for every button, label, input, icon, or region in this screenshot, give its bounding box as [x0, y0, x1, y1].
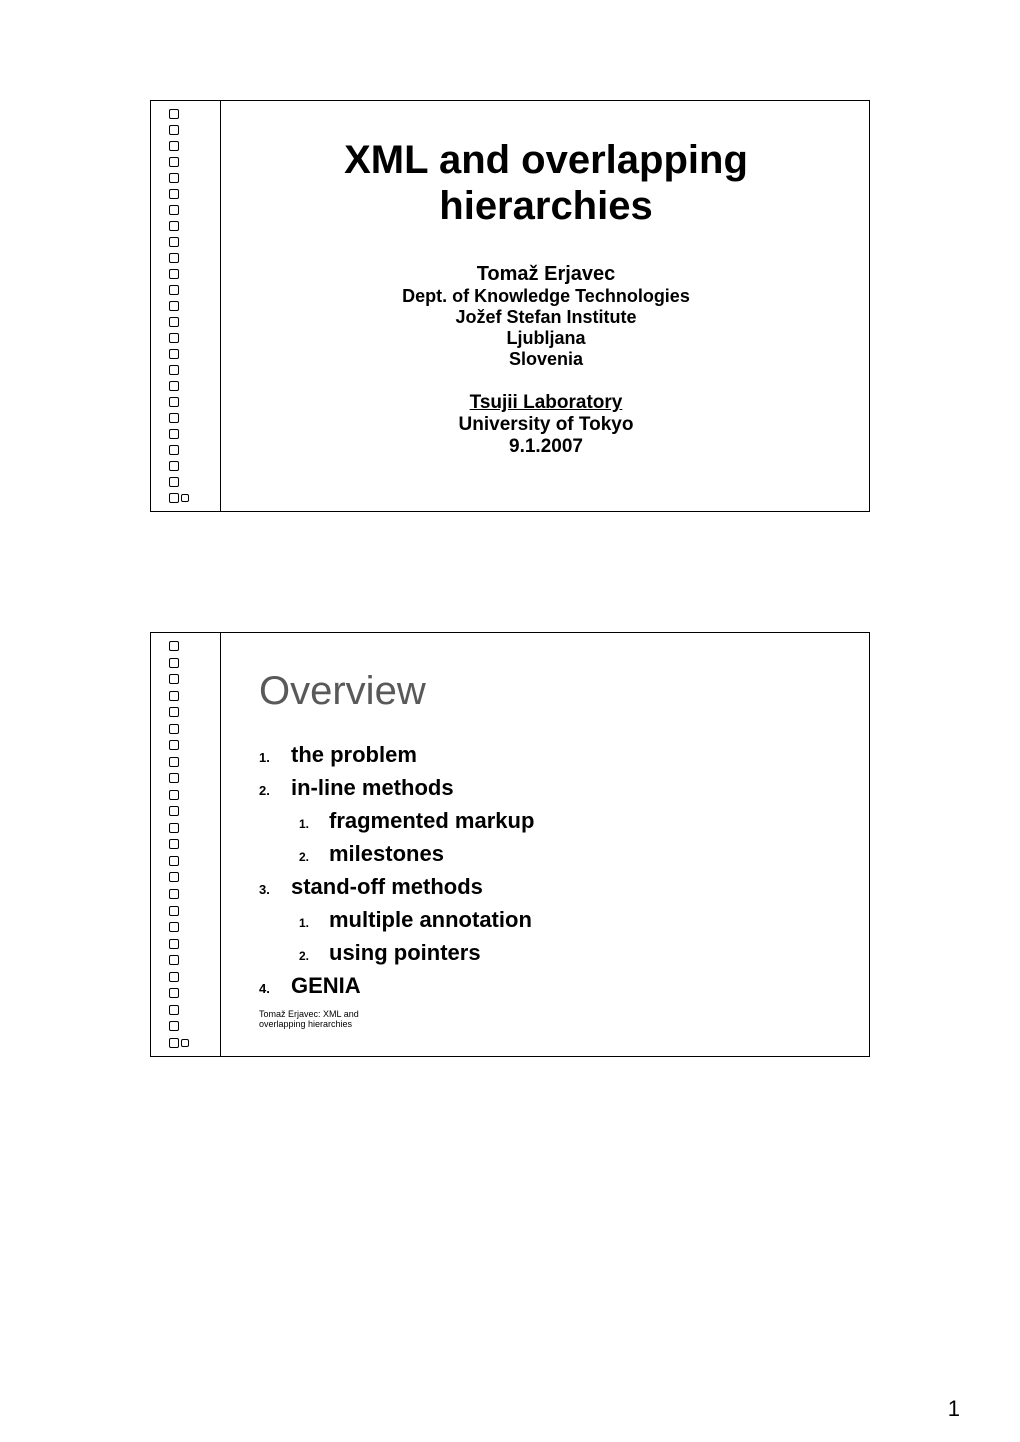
title-line-1: XML and overlapping [344, 138, 748, 182]
list-item: 3. stand-off methods [259, 874, 841, 901]
list-item-text: GENIA [291, 973, 361, 999]
lab-name: Tsujii Laboratory [251, 392, 841, 414]
slide-2-title: Overview [259, 669, 841, 714]
footer-line-2: overlapping hierarchies [259, 1019, 352, 1029]
page-number: 1 [948, 1396, 960, 1422]
footer-line-1: Tomaž Erjavec: XML and [259, 1009, 359, 1019]
list-item-number: 3. [259, 879, 285, 901]
list-item-text: fragmented markup [329, 808, 534, 834]
slide-1-title: XML and overlapping hierarchies [251, 137, 841, 229]
overview-list: 1. the problem 2. in-line methods 1. fragment… [259, 742, 841, 1000]
list-item: 1. fragmented markup [299, 808, 841, 835]
list-item-text: in-line methods [291, 775, 454, 801]
slide-footer: Tomaž Erjavec: XML and overlapping hiera… [259, 1010, 841, 1030]
author-block: Tomaž Erjavec Dept. of Knowledge Technol… [251, 263, 841, 370]
institute-line: Jožef Stefan Institute [251, 307, 841, 328]
lab-block: Tsujii Laboratory University of Tokyo 9.… [251, 392, 841, 458]
list-item: 2. in-line methods [259, 775, 841, 802]
list-item-number: 1. [259, 747, 285, 769]
list-item-text: stand-off methods [291, 874, 483, 900]
list-item-number: 1. [299, 912, 323, 934]
title-line-2: hierarchies [439, 184, 652, 228]
list-item: 1. multiple annotation [299, 907, 841, 934]
list-item-number: 2. [259, 780, 285, 802]
list-item: 2. milestones [299, 841, 841, 868]
list-item-number: 4. [259, 978, 285, 1000]
side-strip [151, 101, 221, 511]
author-name: Tomaž Erjavec [251, 263, 841, 286]
city-line: Ljubljana [251, 328, 841, 349]
list-item: 1. the problem [259, 742, 841, 769]
list-item: 4. GENIA [259, 973, 841, 1000]
list-item-text: multiple annotation [329, 907, 532, 933]
list-item-text: using pointers [329, 940, 481, 966]
list-item-number: 1. [299, 813, 323, 835]
slide-1-content: XML and overlapping hierarchies Tomaž Er… [221, 101, 869, 511]
list-item: 2. using pointers [299, 940, 841, 967]
university-name: University of Tokyo [251, 414, 841, 436]
slide-2-content: Overview 1.the problem2.in-line methods1… [221, 633, 869, 1056]
list-item-text: the problem [291, 742, 417, 768]
list-item-text: milestones [329, 841, 444, 867]
date-text: 9.1.2007 [251, 436, 841, 458]
side-strip [151, 633, 221, 1056]
slide-2: Overview 1.the problem2.in-line methods1… [150, 632, 870, 1057]
list-item-number: 2. [299, 945, 323, 967]
list-item-number: 2. [299, 846, 323, 868]
slide-1: XML and overlapping hierarchies Tomaž Er… [150, 100, 870, 512]
dept-line: Dept. of Knowledge Technologies [251, 286, 841, 307]
country-line: Slovenia [251, 349, 841, 370]
